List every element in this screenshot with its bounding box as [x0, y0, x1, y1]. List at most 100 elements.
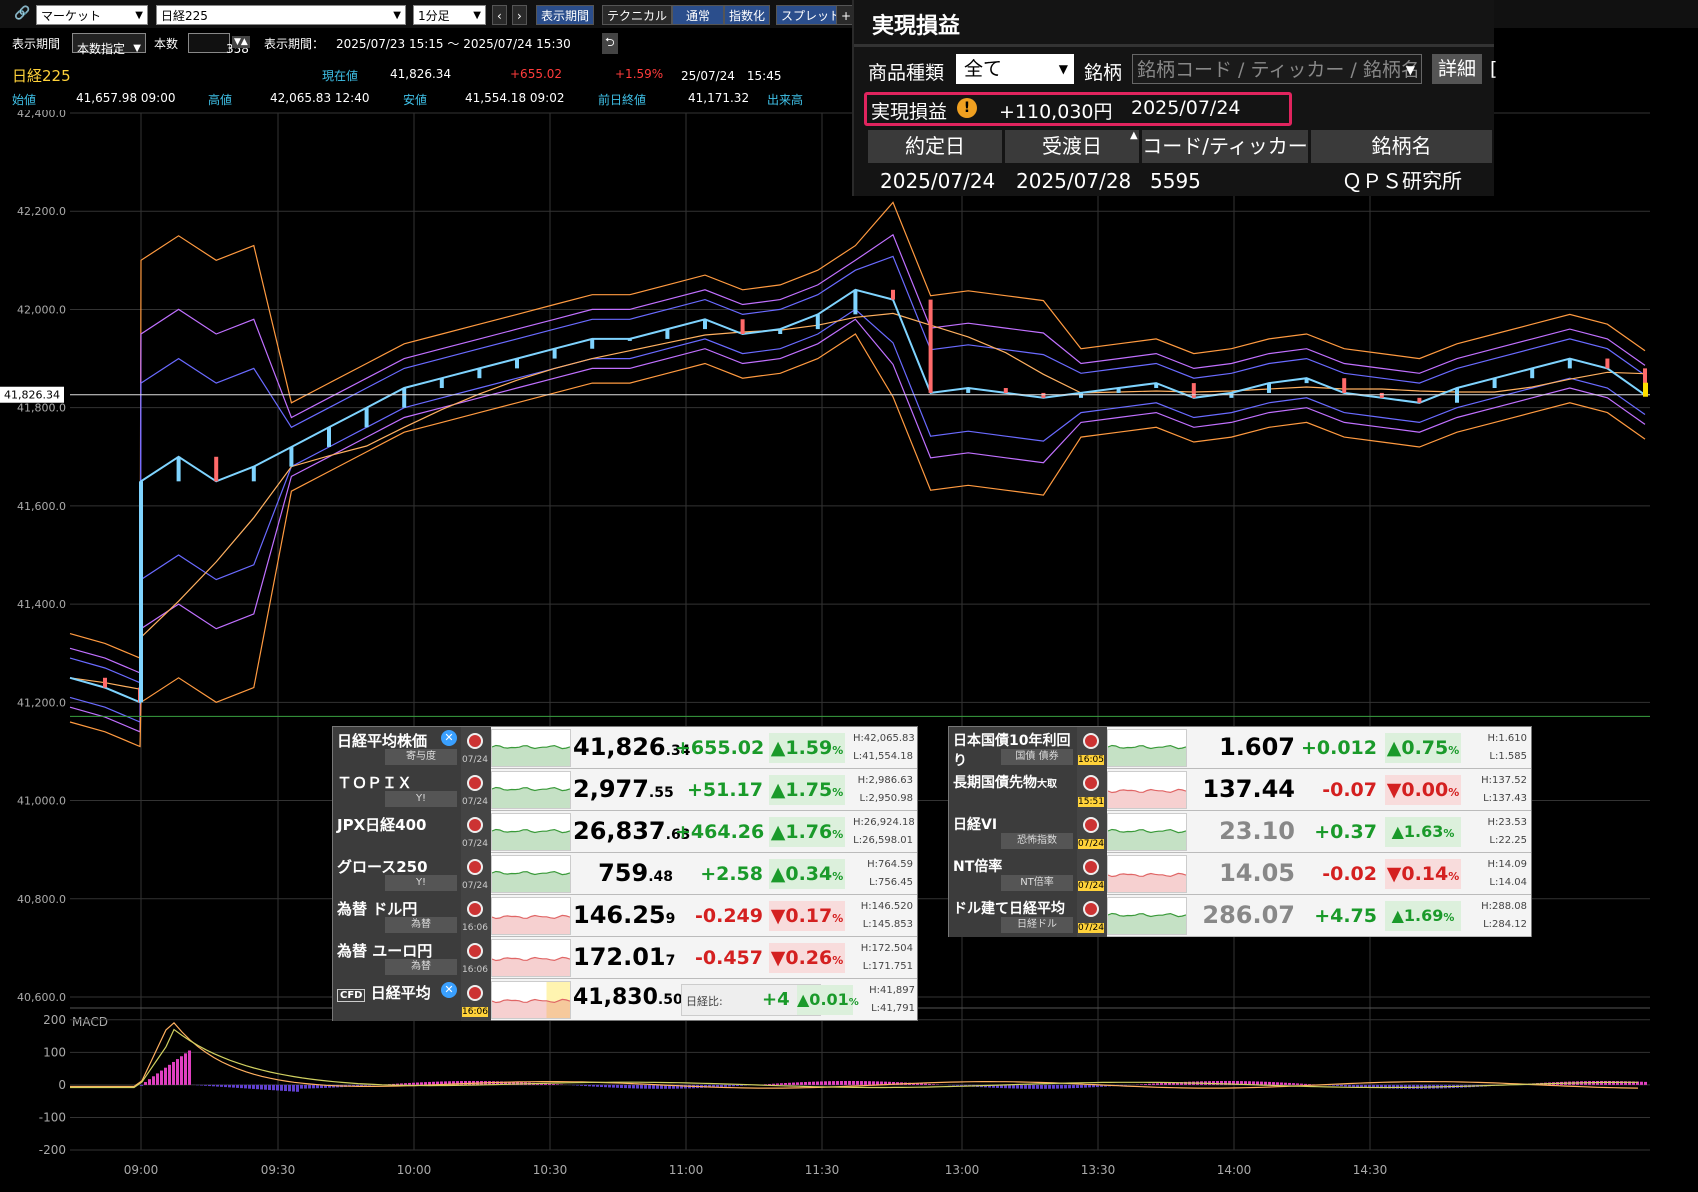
quote-high: H:764.59	[867, 859, 913, 870]
next-button[interactable]: ›	[512, 5, 527, 25]
quote-row[interactable]: ＴＯＰＩＸ Y! 07/24 2,977.55 +51.17 ▲1.75% H:2,986.…	[333, 769, 917, 811]
cfd-date: 16:06	[462, 1007, 488, 1017]
macd-bar	[420, 1082, 423, 1085]
cfd-change: +4	[762, 989, 790, 1010]
quote-sub-button[interactable]: NT倍率	[1001, 875, 1073, 891]
quote-row-cfd[interactable]: CFD 日経平均 ✕ 16:06 41,830.50 日経比: +4 ▲0.01% H:41,…	[333, 979, 917, 1021]
prev-button[interactable]: ‹	[492, 5, 507, 25]
quote-row[interactable]: 為替 ドル円 為替 16:06 146.259 -0.249 ▼0.17% H:146.52…	[333, 895, 917, 937]
macd-bar	[576, 1084, 579, 1086]
quote-row[interactable]: グロース250 Y! 07/24 759.48 +2.58 ▲0.34% H:764.59 L…	[333, 853, 917, 895]
signal-line	[70, 1028, 1638, 1089]
macd-bar	[288, 1084, 291, 1092]
quote-pct: ▼0.00%	[1385, 775, 1461, 805]
col-trade-date[interactable]: 約定日	[868, 130, 1002, 163]
macd-bar	[180, 1056, 183, 1085]
open-label: 始値	[12, 93, 37, 107]
quote-low: L:41,554.18	[853, 751, 913, 762]
normal-button[interactable]: 通常	[672, 5, 724, 25]
count-stepper[interactable]: ▼▲	[232, 36, 250, 48]
quote-row[interactable]: 日本国債10年利回り 国債 債券 16:05 1.607 +0.012 ▲0.75% H:1…	[949, 727, 1531, 769]
quote-row[interactable]: JPX日経400 07/24 26,837.63 +464.26 ▲1.76% H:26,…	[333, 811, 917, 853]
macd-bar	[1264, 1081, 1267, 1085]
quote-sub-button[interactable]: 寄与度	[385, 749, 457, 765]
panel-divider	[854, 44, 1494, 47]
sparkline	[491, 939, 571, 977]
quote-row[interactable]: 長期国債先物大取 15:51 137.44 -0.07 ▼0.00% H:137.52 L:…	[949, 769, 1531, 811]
index-button[interactable]: 指数化	[724, 5, 771, 25]
quote-change: +0.012	[1300, 737, 1377, 759]
quote-row[interactable]: NT倍率 NT倍率 07/24 14.05 -0.02 ▼0.14% H:14.09 L:14…	[949, 853, 1531, 895]
macd-bar	[724, 1084, 727, 1087]
macd-bar	[308, 1084, 311, 1089]
quote-sub-button[interactable]: 恐怖指数	[1001, 833, 1073, 849]
macd-label: MACD	[72, 1015, 108, 1029]
macd-bar	[780, 1083, 783, 1085]
period-row: 表示期間 本数指定 ▼ 本数 358 ▼▲ 表示期間： 2025/07/23 15…	[0, 30, 860, 56]
quote-date: 07/24	[462, 797, 488, 807]
close-icon[interactable]: ✕	[441, 730, 457, 746]
pnl-date: 2025/07/24	[1131, 97, 1241, 119]
quote-change: +4.75	[1314, 905, 1377, 927]
datetime: 25/07/24 15:45	[681, 69, 782, 83]
macd-bar	[144, 1082, 147, 1085]
symbol-search-input[interactable]: 銘柄コード / ティッカー / 銘柄名 ▼	[1132, 54, 1422, 84]
interval-select[interactable]: 1分足 ▼	[413, 5, 486, 25]
quote-sub-button[interactable]: Y!	[385, 875, 457, 891]
quote-price: 26,837.63	[573, 817, 691, 845]
price-chart[interactable]: 42,400.0 42,200.0 42,000.0 41,800.0 41,600.0…	[0, 110, 1698, 1192]
mode-select[interactable]: 本数指定 ▼	[72, 33, 146, 56]
current-price-label: 41,826.34	[4, 389, 60, 402]
quote-price: 41,826.34	[573, 733, 691, 761]
quote-sub-button[interactable]: 日経ドル	[1001, 917, 1073, 933]
macd-bar	[628, 1084, 631, 1089]
quote-change: +51.17	[686, 779, 763, 801]
close-icon[interactable]: ✕	[441, 982, 457, 998]
pnl-value: +110,030円	[999, 101, 1113, 123]
quote-sub-button[interactable]: 国債 債券	[1001, 749, 1073, 765]
macd-bar	[836, 1081, 839, 1085]
col-code[interactable]: コード/ティッカー	[1142, 130, 1308, 163]
macd-bar	[600, 1084, 603, 1088]
macd-bar	[804, 1081, 807, 1085]
quote-sub-button[interactable]: Y!	[385, 791, 457, 807]
macd-bar	[824, 1081, 827, 1085]
macd-bar	[552, 1084, 555, 1085]
period-button[interactable]: 表示期間	[536, 5, 595, 25]
quote-low: L:756.45	[869, 877, 913, 888]
macd-bar	[728, 1084, 731, 1087]
quote-row[interactable]: ドル建て日経平均 日経ドル 07/24 286.07 +4.75 ▲1.69% H:288.…	[949, 895, 1531, 937]
col-name[interactable]: 銘柄名	[1311, 130, 1492, 163]
quote-sub-button[interactable]: 為替	[385, 917, 457, 933]
symbol-select[interactable]: 日経225 ▼	[156, 5, 406, 25]
macd-bar	[792, 1082, 795, 1085]
link-icon[interactable]: 🔗	[14, 6, 30, 21]
range-label: 表示期間：	[264, 37, 325, 51]
col-settle-date[interactable]: 受渡日	[1005, 130, 1139, 163]
quote-row[interactable]: 日経平均株価 ✕ 寄与度 07/24 41,826.34 +655.02 ▲1.59% H:4…	[333, 727, 917, 769]
quote-row[interactable]: 日経VI 恐怖指数 07/24 23.10 +0.37 ▲1.63% H:23.53 L:22…	[949, 811, 1531, 853]
high-label: 高値	[208, 93, 233, 107]
macd-bar	[816, 1081, 819, 1085]
product-select[interactable]: 全て ▼	[956, 54, 1074, 84]
quote-sub-button[interactable]: 為替	[385, 959, 457, 975]
macd-bar	[1016, 1084, 1019, 1089]
quote-name: JPX日経400	[333, 811, 461, 853]
market-select[interactable]: マーケット ▼	[36, 5, 148, 25]
period-label: 表示期間	[12, 37, 61, 51]
quote-pct: ▲1.76%	[769, 817, 845, 847]
reset-icon[interactable]: ⮌	[602, 33, 618, 54]
sparkline	[491, 813, 571, 851]
quote-date: 15:51	[1078, 797, 1104, 807]
x-tick-label: 09:30	[261, 1163, 296, 1177]
macd-bar	[1156, 1083, 1159, 1085]
count-input[interactable]: 358	[188, 33, 249, 56]
detail-button[interactable]: 詳細	[1432, 54, 1483, 84]
technical-button[interactable]: テクニカル	[602, 5, 673, 25]
quote-row[interactable]: 為替 ユーロ円 為替 16:06 172.017 -0.457 ▼0.26% H:172.5…	[333, 937, 917, 979]
candle	[552, 348, 557, 359]
quote-price: 23.10	[1219, 817, 1295, 845]
macd-bar	[1272, 1082, 1275, 1085]
macd-bar	[1060, 1084, 1063, 1089]
quote-high: H:14.09	[1487, 859, 1527, 870]
